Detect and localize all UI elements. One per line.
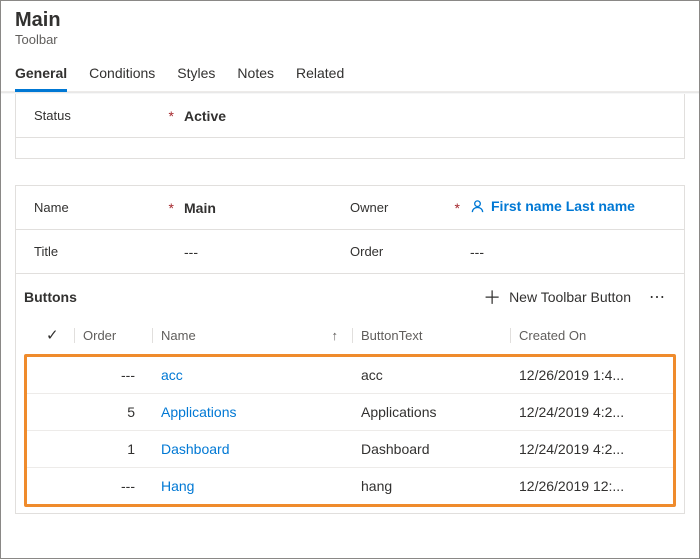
person-icon (470, 199, 485, 217)
cell-created-on: 12/24/2019 4:2... (511, 404, 673, 420)
details-card: Name * Main Owner * First name Last name (15, 185, 685, 514)
tab-related[interactable]: Related (296, 61, 344, 91)
cell-name: Hang (153, 478, 353, 494)
table-row[interactable]: 5 Applications Applications 12/24/2019 4… (27, 393, 673, 430)
order-label: Order (350, 244, 470, 259)
table-row[interactable]: --- acc acc 12/26/2019 1:4... (27, 357, 673, 393)
record-link[interactable]: Hang (161, 478, 194, 494)
tab-styles[interactable]: Styles (177, 61, 215, 91)
owner-value[interactable]: First name Last name (470, 198, 666, 216)
owner-field[interactable]: Owner * First name Last name (350, 198, 666, 216)
record-link[interactable]: Dashboard (161, 441, 230, 457)
more-commands-button[interactable]: ⋯ (649, 287, 666, 307)
table-row[interactable]: --- Hang hang 12/26/2019 12:... (27, 467, 673, 504)
column-order[interactable]: Order (74, 328, 152, 343)
buttons-section-header: Buttons ＋ New Toolbar Button ⋯ (16, 274, 684, 320)
page-title: Main (15, 9, 685, 32)
cell-button-text: hang (353, 478, 511, 494)
form-header: Main Toolbar (1, 1, 699, 47)
entity-name: Toolbar (15, 32, 685, 47)
cell-order: --- (75, 478, 153, 494)
title-order-row: Title --- Order --- (16, 230, 684, 274)
select-all-checkbox[interactable]: ✓ (46, 326, 74, 344)
column-name[interactable]: Name ↑ (152, 328, 352, 343)
cell-created-on: 12/26/2019 12:... (511, 478, 673, 494)
required-marker: * (169, 200, 174, 216)
buttons-grid: ✓ Order Name ↑ ButtonText Created On ---… (16, 320, 684, 507)
sort-asc-icon: ↑ (332, 328, 339, 343)
form-body: Status* Active Name * Main Owner * (1, 94, 699, 514)
cell-button-text: Dashboard (353, 441, 511, 457)
name-field[interactable]: Name * Main (34, 200, 350, 216)
tab-bar: General Conditions Styles Notes Related (1, 47, 699, 92)
title-field[interactable]: Title --- (34, 244, 350, 260)
cell-name: Dashboard (153, 441, 353, 457)
order-value: --- (470, 244, 666, 260)
record-link[interactable]: acc (161, 367, 183, 383)
column-created-on[interactable]: Created On (510, 328, 684, 343)
record-link[interactable]: Applications (161, 404, 237, 420)
cell-button-text: acc (353, 367, 511, 383)
title-label: Title (34, 244, 184, 259)
column-button-text[interactable]: ButtonText (352, 328, 510, 343)
cell-created-on: 12/24/2019 4:2... (511, 441, 673, 457)
cell-created-on: 12/26/2019 1:4... (511, 367, 673, 383)
tab-conditions[interactable]: Conditions (89, 61, 155, 91)
required-marker: * (455, 200, 460, 216)
status-label: Status* (34, 108, 184, 123)
highlight-annotation: --- acc acc 12/26/2019 1:4... 5 Applicat… (24, 354, 676, 507)
name-label: Name (34, 200, 69, 215)
tab-general[interactable]: General (15, 61, 67, 91)
required-marker: * (169, 108, 174, 124)
tab-notes[interactable]: Notes (237, 61, 274, 91)
table-row[interactable]: 1 Dashboard Dashboard 12/24/2019 4:2... (27, 430, 673, 467)
cell-order: --- (75, 367, 153, 383)
status-field[interactable]: Status* Active (16, 94, 684, 138)
name-value: Main (184, 200, 350, 216)
cell-order: 1 (75, 441, 153, 457)
form-window: Main Toolbar General Conditions Styles N… (0, 0, 700, 559)
new-toolbar-button[interactable]: ＋ New Toolbar Button (483, 284, 631, 310)
cell-name: acc (153, 367, 353, 383)
cell-order: 5 (75, 404, 153, 420)
cell-name: Applications (153, 404, 353, 420)
cell-button-text: Applications (353, 404, 511, 420)
owner-label: Owner (350, 200, 388, 215)
status-value: Active (184, 108, 666, 124)
plus-icon: ＋ (483, 284, 501, 310)
name-owner-row: Name * Main Owner * First name Last name (16, 186, 684, 230)
grid-header: ✓ Order Name ↑ ButtonText Created On (16, 320, 684, 354)
title-value: --- (184, 244, 350, 260)
status-card: Status* Active (15, 94, 685, 159)
buttons-section-title: Buttons (24, 289, 77, 305)
order-field[interactable]: Order --- (350, 244, 666, 260)
